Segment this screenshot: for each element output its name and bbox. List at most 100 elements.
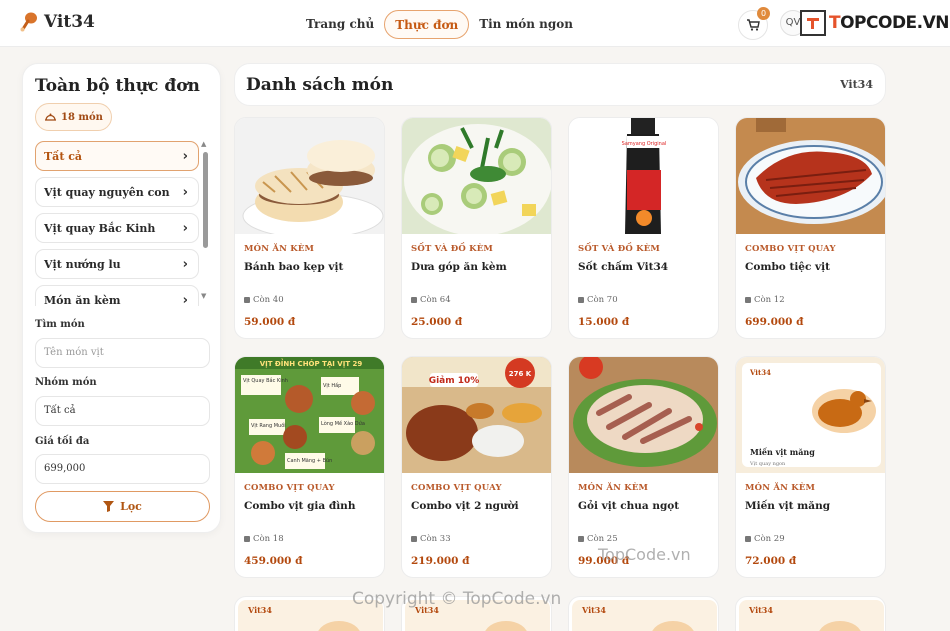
placeholder-title: Miến vịt măng	[750, 447, 815, 457]
category-label: Món ăn kèm	[44, 293, 121, 307]
chevron-right-icon: ›	[182, 256, 188, 272]
category-scrollbar[interactable]: ▲ ▼	[201, 140, 208, 302]
cart-icon	[747, 19, 760, 31]
category-item-grilled[interactable]: Vịt nướng lu ›	[35, 249, 199, 279]
filter-button[interactable]: Lọc	[35, 491, 210, 522]
product-stock: Còn 70	[578, 295, 618, 305]
search-input[interactable]: Tên món vịt	[35, 338, 210, 368]
box-icon	[244, 297, 250, 303]
product-card[interactable]: MÓN ĂN KÈM Bánh bao kẹp vịt Còn 40 59.00…	[234, 117, 385, 339]
box-icon	[745, 297, 751, 303]
product-card[interactable]: VỊT ĐỈNH CHÓP TẠI VỊT 29 Vịt Quay Bắc Ki…	[234, 356, 385, 578]
product-image: VỊT ĐỈNH CHÓP TẠI VỊT 29 Vịt Quay Bắc Ki…	[235, 357, 384, 473]
box-icon	[745, 536, 751, 542]
product-card[interactable]: COMBO VỊT QUAY Combo tiệc vịt Còn 12 699…	[735, 117, 886, 339]
product-price: 699.000 đ	[745, 316, 804, 328]
product-card[interactable]: Samyang Original SỐT VÀ ĐỒ KÈM Sốt chấm …	[568, 117, 719, 339]
product-name: Combo vịt gia đình	[244, 500, 356, 512]
copyright-watermark: Copyright © TopCode.vn	[352, 589, 562, 609]
scroll-thumb[interactable]	[203, 152, 208, 248]
group-label: Nhóm món	[35, 377, 97, 388]
product-stock: Còn 40	[244, 295, 284, 305]
category-label: Vịt nướng lu	[44, 257, 121, 271]
search-label: Tìm món	[35, 319, 85, 330]
stock-label: Còn 64	[420, 295, 451, 305]
product-card[interactable]: Giảm 10% 276 K COMBO VỊT QUAY Combo vịt …	[401, 356, 552, 578]
scroll-up-arrow-icon[interactable]: ▲	[201, 140, 206, 148]
max-price-label: Giá tối đa	[35, 436, 90, 447]
box-icon	[244, 536, 250, 542]
poster-title: VỊT ĐỈNH CHÓP TẠI VỊT 29	[260, 358, 363, 368]
chevron-right-icon: ›	[182, 220, 188, 236]
category-item-whole-roast[interactable]: Vịt quay nguyên con ›	[35, 177, 199, 207]
chevron-right-icon: ›	[182, 292, 188, 307]
stock-label: Còn 40	[253, 295, 284, 305]
stock-label: Còn 18	[253, 534, 284, 544]
box-icon	[411, 536, 417, 542]
category-label: Tất cả	[44, 149, 83, 163]
product-price: 25.000 đ	[411, 316, 463, 328]
product-price: 59.000 đ	[244, 316, 296, 328]
product-card-partial[interactable]: Vit34	[735, 596, 886, 631]
product-name: Dưa góp ăn kèm	[411, 261, 507, 273]
category-list: Tất cả › Vịt quay nguyên con › Vịt quay …	[35, 141, 199, 306]
chevron-right-icon: ›	[182, 148, 188, 164]
placeholder-subtitle: Vịt quay ngon	[749, 461, 786, 467]
category-item-all[interactable]: Tất cả ›	[35, 141, 199, 171]
product-image	[736, 118, 885, 234]
poster-discount: Giảm 10%	[429, 375, 480, 386]
max-price-input[interactable]: 699,000	[35, 454, 210, 484]
placeholder-brand: Vit34	[248, 605, 272, 615]
product-image: Vit34 Miến vịt măng Vịt quay ngon	[736, 357, 885, 473]
nav-news[interactable]: Tin món ngon	[469, 10, 583, 39]
watermark-text: TopCode.vn	[598, 545, 691, 564]
poster-item: Vịt Hấp	[323, 382, 341, 389]
stock-label: Còn 70	[587, 295, 618, 305]
duck-leg-icon	[20, 12, 37, 32]
filter-button-label: Lọc	[120, 500, 142, 513]
product-category: COMBO VỊT QUAY	[411, 483, 502, 493]
poster-item: Vịt Rang Muối	[251, 422, 286, 429]
product-stock: Còn 29	[745, 534, 785, 544]
sidebar-title: Toàn bộ thực đơn	[35, 76, 200, 96]
product-card[interactable]: Vit34 Miến vịt măng Vịt quay ngon MÓN ĂN…	[735, 356, 886, 578]
product-name: Combo vịt 2 người	[411, 500, 519, 512]
product-image	[569, 357, 718, 473]
stock-label: Còn 25	[587, 534, 618, 544]
product-stock: Còn 64	[411, 295, 451, 305]
product-price: 72.000 đ	[745, 555, 797, 567]
product-name: Combo tiệc vịt	[745, 261, 830, 273]
stock-label: Còn 29	[754, 534, 785, 544]
group-select[interactable]: Tất cả	[35, 396, 210, 426]
category-item-sides[interactable]: Món ăn kèm ›	[35, 285, 199, 306]
product-category: COMBO VỊT QUAY	[244, 483, 335, 493]
product-category: MÓN ĂN KÈM	[578, 483, 649, 493]
product-image	[402, 118, 551, 234]
cart-button[interactable]: 0	[738, 7, 770, 40]
product-card[interactable]: SỐT VÀ ĐỒ KÈM Dưa góp ăn kèm Còn 64 25.0…	[401, 117, 552, 339]
topcode-logo-text: TOPCODE.VN	[829, 13, 950, 33]
scroll-down-arrow-icon[interactable]: ▼	[201, 292, 206, 300]
placeholder-brand: Vit34	[749, 368, 771, 377]
product-image: Giảm 10% 276 K	[402, 357, 551, 473]
product-price: 459.000 đ	[244, 555, 303, 567]
nav-menu[interactable]: Thực đơn	[384, 10, 470, 39]
product-name: Sốt chấm Vit34	[578, 261, 669, 273]
product-card-partial[interactable]: Vit34	[568, 596, 719, 631]
dish-icon	[45, 113, 56, 121]
stock-label: Còn 12	[754, 295, 785, 305]
box-icon	[578, 536, 584, 542]
product-category: SỐT VÀ ĐỒ KÈM	[411, 244, 493, 254]
category-item-peking[interactable]: Vịt quay Bắc Kinh ›	[35, 213, 199, 243]
product-stock: Còn 18	[244, 534, 284, 544]
nav-home[interactable]: Trang chủ	[296, 10, 384, 39]
brand-logo[interactable]: Vit34	[20, 12, 95, 32]
list-header: Danh sách món Vit34	[234, 63, 886, 106]
product-stock: Còn 33	[411, 534, 451, 544]
product-image: Samyang Original	[569, 118, 718, 234]
filter-sidebar: Toàn bộ thực đơn 18 món Tất cả › Vịt qua…	[22, 63, 221, 533]
sauce-brand: Samyang Original	[622, 141, 667, 147]
dish-count-badge: 18 món	[35, 103, 112, 131]
poster-price: 276 K	[509, 370, 532, 378]
product-stock: Còn 25	[578, 534, 618, 544]
